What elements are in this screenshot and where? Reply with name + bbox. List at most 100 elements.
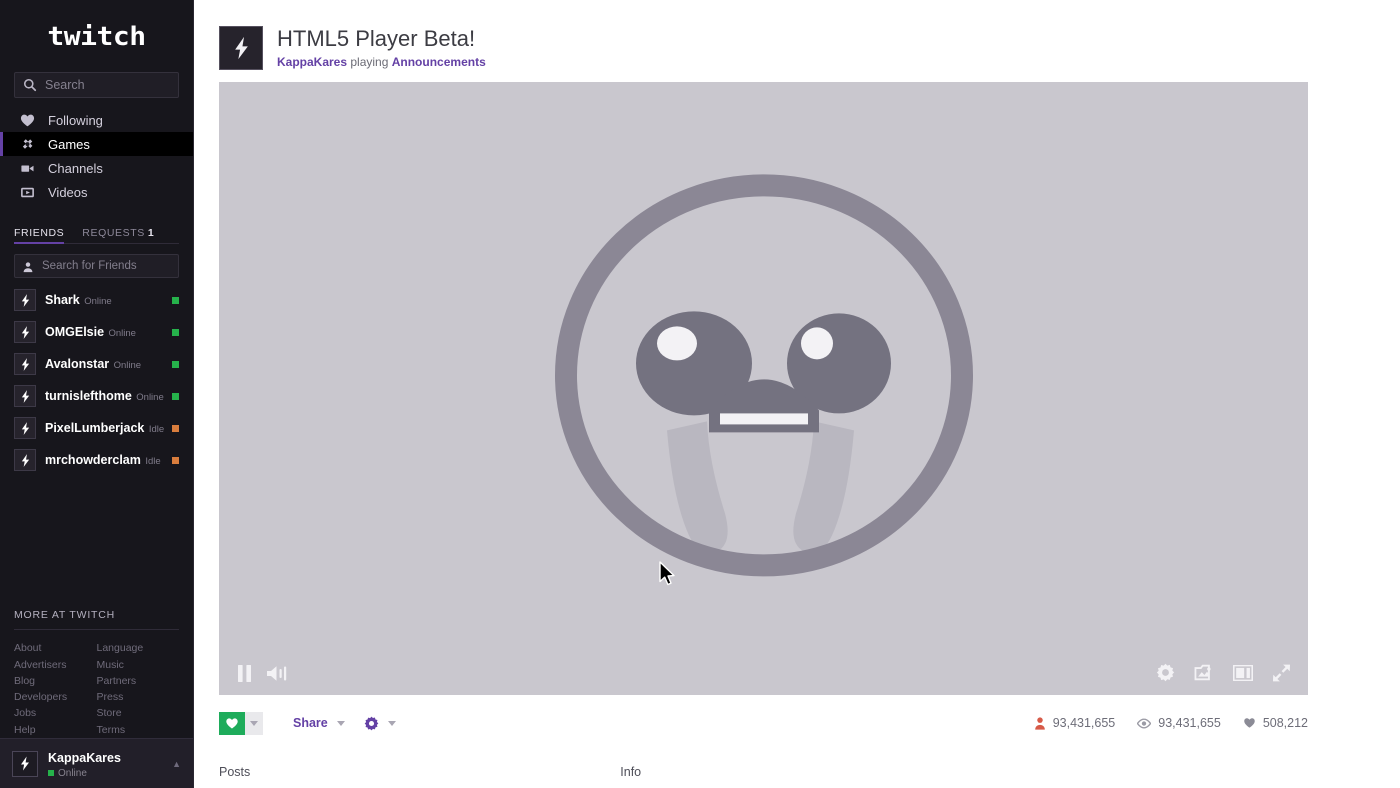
search-icon [23, 78, 37, 92]
sidebar: twitch Following Games [0, 0, 194, 788]
person-icon [22, 260, 34, 273]
bible-thump-emote [554, 173, 973, 576]
tab-info[interactable]: Info [620, 765, 641, 779]
friend-search-input[interactable] [42, 260, 171, 272]
friends-tabs: FRIENDS REQUESTS 1 [14, 222, 179, 244]
status-badge [172, 424, 179, 432]
stat-value: 93,431,655 [1052, 716, 1116, 730]
user-status: Online [58, 767, 87, 779]
share-label: Share [293, 716, 328, 730]
player-controls [219, 639, 1308, 695]
footer-link[interactable]: Advertisers [14, 657, 97, 673]
play-box-icon [19, 184, 35, 200]
follow-dropdown-button[interactable] [245, 711, 263, 735]
share-button[interactable]: Share [293, 716, 345, 730]
pause-icon[interactable] [237, 665, 252, 682]
list-item[interactable]: Shark Online [0, 284, 193, 316]
friend-name: turnislefthome [45, 388, 132, 403]
footer-links: About Advertisers Blog Developers Jobs H… [14, 630, 179, 738]
list-item[interactable]: OMGElsie Online [0, 316, 193, 348]
footer-links-col2: Language Music Partners Press Store Term… [97, 640, 180, 738]
tab-posts[interactable]: Posts [219, 765, 250, 779]
chevron-up-icon[interactable]: ▲ [172, 759, 181, 769]
gamepad-icon [19, 136, 35, 152]
footer-links-col1: About Advertisers Blog Developers Jobs H… [14, 640, 97, 738]
stat-value: 93,431,655 [1158, 716, 1221, 730]
status-badge [172, 456, 179, 464]
list-item[interactable]: Avalonstar Online [0, 348, 193, 380]
footer-link[interactable]: Blog [14, 673, 97, 689]
sidebar-item-label: Videos [48, 184, 88, 200]
tab-friends[interactable]: FRIENDS [14, 227, 65, 244]
clip-icon[interactable] [1194, 664, 1214, 682]
friend-status: Online [84, 295, 112, 307]
volume-icon[interactable] [266, 665, 288, 682]
channel-stats: 93,431,655 93,431,655 508,212 [1034, 716, 1308, 730]
channel-header: HTML5 Player Beta! KappaKares playing An… [194, 0, 1400, 78]
footer-link[interactable]: Partners [97, 673, 180, 689]
twitch-logo[interactable]: twitch [0, 0, 193, 72]
friend-search-box[interactable] [14, 254, 179, 278]
friend-name: mrchowderclam [45, 452, 141, 467]
sidebar-item-videos[interactable]: Videos [0, 180, 193, 204]
heart-icon [19, 112, 35, 128]
user-name: KappaKares [48, 750, 121, 765]
friend-status: Online [113, 359, 142, 371]
bolt-icon [234, 36, 248, 59]
tab-requests[interactable]: REQUESTS 1 [82, 227, 154, 243]
search-input[interactable] [45, 78, 170, 92]
primary-nav: Following Games Channels Videos [0, 108, 193, 204]
list-item[interactable]: turnislefthome Online [0, 380, 193, 412]
more-at-twitch: MORE AT TWITCH About Advertisers Blog De… [0, 609, 193, 738]
video-player[interactable] [219, 82, 1308, 695]
avatar [12, 750, 38, 777]
status-badge [48, 770, 54, 776]
game-link[interactable]: Announcements [392, 55, 486, 69]
friend-name: Avalonstar [45, 356, 110, 371]
footer-link[interactable]: Developers [14, 689, 97, 705]
sidebar-item-following[interactable]: Following [0, 108, 193, 132]
playing-text: playing [347, 55, 392, 70]
footer-link[interactable]: Terms [97, 722, 180, 738]
follow-button[interactable] [219, 711, 245, 735]
heart-icon [226, 717, 238, 729]
footer-link[interactable]: Music [97, 657, 180, 673]
sidebar-item-channels[interactable]: Channels [0, 156, 193, 180]
footer-link[interactable]: Press [97, 689, 180, 705]
status-badge [172, 360, 179, 368]
avatar [14, 353, 36, 375]
friend-status: Idle [148, 423, 165, 435]
theater-icon[interactable] [1233, 664, 1253, 681]
footer-link[interactable]: Help [14, 722, 97, 738]
user-menu-bar[interactable]: KappaKares Online ▲ [0, 738, 193, 788]
heart-icon [1244, 718, 1255, 728]
sidebar-item-games[interactable]: Games [0, 132, 193, 156]
fullscreen-icon[interactable] [1272, 664, 1291, 682]
gear-icon [364, 716, 379, 730]
page-title: HTML5 Player Beta! [277, 25, 476, 51]
footer-link[interactable]: Language [97, 640, 180, 656]
footer-link[interactable]: Store [97, 705, 180, 721]
list-item[interactable]: PixelLumberjack Idle [0, 412, 193, 444]
channel-avatar[interactable] [219, 25, 263, 70]
gear-icon[interactable] [1156, 663, 1175, 682]
avatar [14, 385, 36, 407]
footer-link[interactable]: About [14, 640, 97, 656]
channel-link[interactable]: KappaKares [277, 55, 347, 69]
footer-link[interactable]: Jobs [14, 705, 97, 721]
stat-value: 508,212 [1262, 716, 1308, 730]
status-badge [172, 392, 179, 400]
viewer-icon [1034, 716, 1045, 730]
settings-button[interactable] [364, 716, 396, 731]
status-badge [172, 328, 179, 336]
main-content: HTML5 Player Beta! KappaKares playing An… [194, 0, 1400, 788]
list-item[interactable]: mrchowderclam Idle [0, 444, 193, 476]
avatar [14, 321, 36, 343]
search-box[interactable] [14, 72, 179, 98]
tab-requests-label: REQUESTS [82, 227, 145, 239]
stat-views: 93,431,655 [1137, 716, 1221, 730]
twitch-channel-page: twitch Following Games [0, 0, 1400, 788]
friend-name: PixelLumberjack [45, 420, 145, 435]
sidebar-item-label: Games [48, 136, 90, 152]
sidebar-item-label: Channels [48, 160, 103, 176]
